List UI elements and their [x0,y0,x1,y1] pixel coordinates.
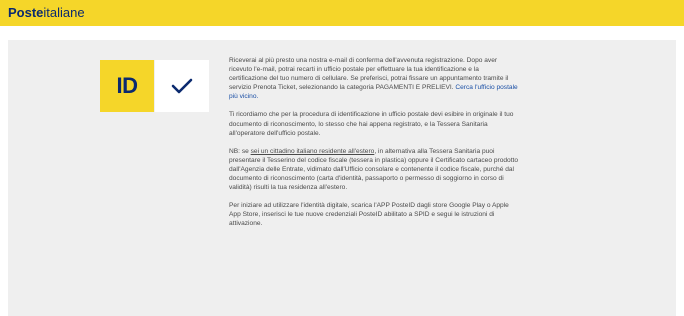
checkmark-icon [171,78,193,94]
confirmation-panel: ID Riceverai al più presto una nostra e-… [8,40,676,316]
poste-italiane-logo[interactable]: Posteitaliane [8,6,85,20]
brand-bold: Poste [8,5,44,20]
paragraph-nb: NB: se sei un cittadino italiano residen… [229,147,519,192]
paragraph-app: Per iniziare ad utilizzare l'identità di… [229,202,509,228]
resident-abroad-link[interactable]: sei un cittadino italiano residente all'… [251,148,375,155]
brand-light: italiane [43,5,85,20]
check-tile [155,60,209,112]
nb-prefix: NB: se [229,147,251,155]
paragraph-identification: Ti ricordiamo che per la procedura di id… [229,111,514,137]
id-icon: ID [100,60,154,112]
paragraph-confirmation: Riceverai al più presto una nostra e-mai… [229,56,519,101]
top-bar: Posteitaliane [0,0,684,26]
info-text: Riceverai al più presto una nostra e-mai… [229,56,519,238]
id-label: ID [116,73,139,98]
